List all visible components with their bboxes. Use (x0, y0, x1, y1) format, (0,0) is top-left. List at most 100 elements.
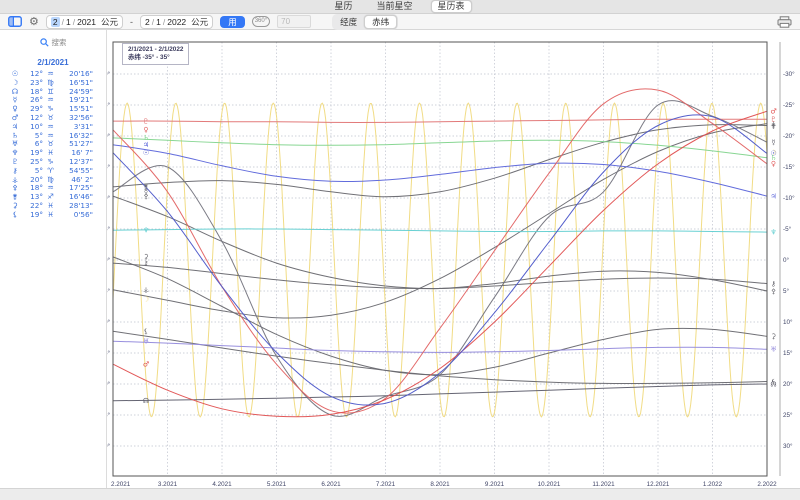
search-label: 搜索 (52, 37, 67, 48)
planet-position-list: ☉12°♒20'16"☽23°♍16'51"☊18°♊24'59"☿26°♒19… (0, 70, 106, 220)
vesta-start-glyph: ⚶ (143, 286, 149, 294)
sidebar: 搜索 2/1/2021 ☉12°♒20'16"☽23°♍16'51"☊18°♊2… (0, 30, 107, 488)
neptune-start-glyph: ♆ (143, 227, 149, 235)
svg-text:6.2021: 6.2021 (321, 481, 341, 488)
degrees: 19° (23, 211, 43, 220)
svg-text:-30°: -30° (107, 70, 110, 78)
svg-text:5°: 5° (107, 287, 110, 295)
step-input[interactable]: 70 (277, 15, 311, 28)
search-icon[interactable] (40, 38, 49, 47)
svg-text:10°: 10° (107, 318, 110, 326)
svg-text:-20°: -20° (783, 132, 795, 140)
sign-glyph: ♓ (43, 211, 58, 220)
sidebar-date-header[interactable]: 2/1/2021 (0, 58, 106, 67)
date-from-month[interactable]: 2 (51, 17, 60, 27)
lilith-start-glyph: ⚸ (143, 328, 148, 336)
date-to-era: 公元 (191, 16, 208, 28)
svg-text:-25°: -25° (107, 101, 110, 109)
tab-0[interactable]: 星历 (328, 1, 358, 12)
date-from-year[interactable]: 2021 (77, 17, 96, 27)
ephemeris-chart: -30°-30°-25°-25°-20°-20°-15°-15°-10°-10°… (107, 30, 800, 488)
svg-text:-5°: -5° (783, 225, 792, 233)
moon-start-glyph: ☽ (143, 295, 149, 303)
date-separator: / (163, 17, 165, 27)
date-to-month[interactable]: 2 (145, 17, 150, 27)
node-end-glyph: ☊ (770, 380, 776, 388)
svg-text:-25°: -25° (783, 101, 795, 109)
date-separator: / (73, 17, 75, 27)
svg-text:10°: 10° (783, 318, 793, 326)
svg-text:30°: 30° (783, 442, 793, 450)
svg-text:15°: 15° (783, 349, 793, 357)
svg-text:12.2021: 12.2021 (647, 481, 670, 488)
mars-end-glyph: ♂ (770, 108, 776, 116)
date-separator: / (152, 17, 154, 27)
svg-text:8.2021: 8.2021 (430, 481, 450, 488)
sidebar-toggle-icon[interactable] (8, 16, 22, 27)
date-from-day[interactable]: 1 (66, 17, 71, 27)
svg-text:-10°: -10° (107, 194, 110, 202)
date-range-dash: - (130, 17, 133, 27)
mode-option[interactable]: 赤纬 (364, 15, 397, 29)
mercury-start-glyph: ☿ (144, 188, 148, 196)
svg-text:-30°: -30° (783, 70, 795, 78)
svg-text:-15°: -15° (107, 163, 110, 171)
window-tab-bar: 星历 当前星空 星历表 (0, 0, 800, 14)
svg-text:10.2021: 10.2021 (538, 481, 561, 488)
svg-text:0°: 0° (107, 256, 110, 264)
apply-button[interactable]: 用 (220, 16, 245, 28)
svg-text:-10°: -10° (783, 194, 795, 202)
sun-start-glyph: ☉ (143, 149, 149, 157)
printer-icon[interactable] (777, 16, 792, 28)
svg-text:1.2022: 1.2022 (703, 481, 723, 488)
app-window: 星历当前星空星历表 ⚙ 2 / 1 / 2021 公元 - 2 / 1 / 20… (0, 0, 800, 500)
svg-text:7.2021: 7.2021 (376, 481, 396, 488)
neptune-end-glyph: ♆ (770, 228, 776, 236)
node-start-glyph: ☊ (143, 397, 149, 405)
pallas-end-glyph: ⚴ (771, 287, 776, 295)
svg-text:-5°: -5° (107, 225, 110, 233)
chart-panel: 2/1/2021 - 2/1/2022 赤纬 -35° - 35° -30° -3… (107, 30, 800, 488)
date-to-field[interactable]: 2 / 1 / 2022 公元 (140, 15, 213, 29)
svg-text:20°: 20° (107, 380, 110, 388)
date-to-year[interactable]: 2022 (167, 17, 186, 27)
svg-text:0°: 0° (783, 256, 790, 264)
pluto-start-glyph: ♇ (143, 117, 149, 125)
svg-text:5°: 5° (783, 287, 790, 295)
toolbar: ⚙ 2 / 1 / 2021 公元 - 2 / 1 / 2022 公元 用 36… (0, 14, 800, 30)
degree-360-icon[interactable]: 360° (252, 16, 270, 27)
tab-2[interactable]: 星历表 (431, 0, 472, 13)
date-separator: / (62, 17, 64, 27)
svg-text:5.2021: 5.2021 (267, 481, 287, 488)
mode-segmented-control: 经度赤纬 (332, 14, 398, 30)
search-row[interactable]: 搜索 (0, 37, 106, 48)
chiron-end-glyph: ⚷ (771, 280, 776, 288)
date-from-field[interactable]: 2 / 1 / 2021 公元 (46, 15, 123, 29)
min-sec: 0'56" (58, 211, 95, 220)
venus-start-glyph: ♀ (143, 126, 148, 134)
svg-text:11.2021: 11.2021 (592, 481, 615, 488)
venus-end-glyph: ♀ (771, 160, 776, 168)
jupiter-start-glyph: ♃ (143, 141, 149, 149)
pluto-end-glyph: ♇ (770, 116, 776, 124)
svg-text:25°: 25° (783, 411, 793, 419)
svg-text:20°: 20° (783, 380, 793, 388)
svg-text:9.2021: 9.2021 (485, 481, 505, 488)
sun-end-glyph: ☉ (770, 150, 776, 158)
tab-1[interactable]: 当前星空 (370, 1, 418, 12)
date-to-day[interactable]: 1 (156, 17, 161, 27)
jupiter-end-glyph: ♃ (770, 192, 776, 200)
chiron-start-glyph: ⚷ (143, 259, 148, 267)
svg-text:15°: 15° (107, 349, 110, 357)
svg-text:2.2021: 2.2021 (111, 481, 131, 488)
svg-text:4.2021: 4.2021 (212, 481, 232, 488)
svg-text:25°: 25° (107, 411, 110, 419)
gear-icon[interactable]: ⚙ (29, 16, 39, 27)
svg-text:-20°: -20° (107, 132, 110, 140)
mode-option[interactable]: 经度 (333, 16, 364, 28)
curve-jupiter (113, 145, 767, 196)
legend-declination-range: 赤纬 -35° - 35° (128, 54, 183, 62)
chart-legend: 2/1/2021 - 2/1/2022 赤纬 -35° - 35° (122, 43, 189, 65)
curve-mars (113, 111, 767, 417)
svg-text:3.2021: 3.2021 (158, 481, 178, 488)
